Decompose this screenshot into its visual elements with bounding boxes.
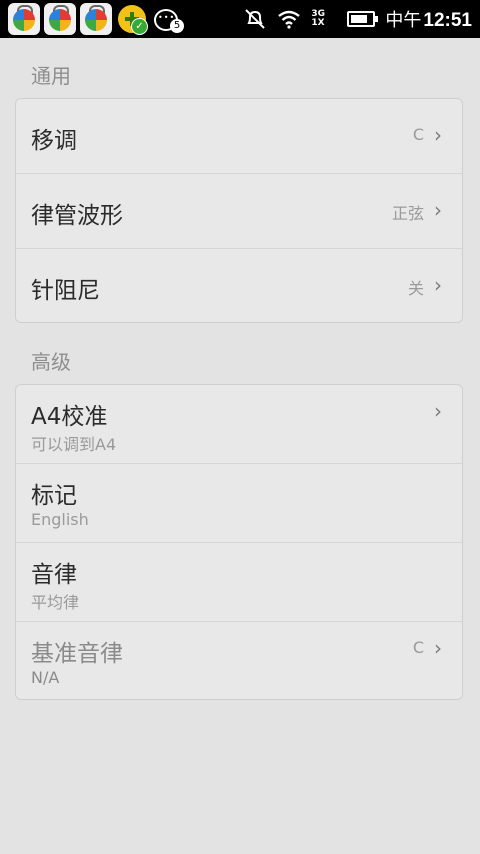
setting-title: A4校准 (31, 404, 108, 430)
setting-value: C (412, 125, 424, 144)
general-card: 移调 C › 律管波形 正弦 › 针阻尼 关 › (15, 98, 463, 323)
chevron-right-icon: › (434, 636, 442, 660)
system-status: 3G 1X 中午 12:51 (243, 0, 472, 38)
setting-value: 正弦 (391, 204, 424, 223)
chevron-right-icon: › (434, 273, 442, 297)
status-bar: ✓ ••• 5 3G 1X 中午 12:51 (0, 0, 480, 38)
setting-subtitle: 可以调到A4 (31, 435, 117, 454)
setting-value: 关 (407, 279, 424, 298)
chevron-right-icon: › (434, 123, 442, 147)
wifi-icon (278, 10, 301, 29)
setting-subtitle: 平均律 (31, 593, 80, 612)
chevron-right-icon: › (434, 198, 442, 222)
app-store-icon (44, 3, 76, 35)
notification-icons: ✓ ••• 5 (8, 3, 184, 35)
chevron-right-icon: › (434, 399, 442, 423)
setting-title: 律管波形 (31, 203, 123, 229)
setting-base-temperament[interactable]: 基准音律 N/A C › (16, 622, 462, 699)
add-done-icon: ✓ (116, 3, 148, 35)
setting-title: 音律 (31, 562, 77, 588)
network-indicator: 3G 1X (311, 9, 326, 28)
chat-icon: ••• 5 (152, 3, 184, 35)
setting-subtitle: English (31, 510, 89, 529)
advanced-card: A4校准 可以调到A4 › 标记 English 音律 平均律 基准音律 N/A… (15, 384, 463, 700)
vibrate-mute-icon (245, 9, 266, 29)
battery-icon (347, 11, 379, 27)
setting-needle-damping[interactable]: 针阻尼 关 › (16, 249, 462, 322)
setting-value: C (412, 638, 424, 657)
setting-title: 基准音律 (31, 641, 123, 667)
setting-title: 移调 (31, 128, 77, 154)
section-header-general: 通用 (31, 64, 71, 88)
chat-badge: 5 (170, 19, 184, 33)
setting-a4-calibration[interactable]: A4校准 可以调到A4 › (16, 385, 462, 464)
setting-temperament[interactable]: 音律 平均律 (16, 543, 462, 622)
clock: 中午 12:51 (385, 10, 472, 31)
setting-transpose[interactable]: 移调 C › (16, 99, 462, 174)
setting-notation[interactable]: 标记 English (16, 464, 462, 543)
setting-pipe-waveform[interactable]: 律管波形 正弦 › (16, 174, 462, 249)
setting-title: 标记 (31, 483, 77, 509)
app-store-icon (8, 3, 40, 35)
setting-subtitle: N/A (31, 668, 60, 687)
setting-title: 针阻尼 (31, 278, 100, 304)
section-header-advanced: 高级 (31, 350, 71, 374)
app-store-icon (80, 3, 112, 35)
